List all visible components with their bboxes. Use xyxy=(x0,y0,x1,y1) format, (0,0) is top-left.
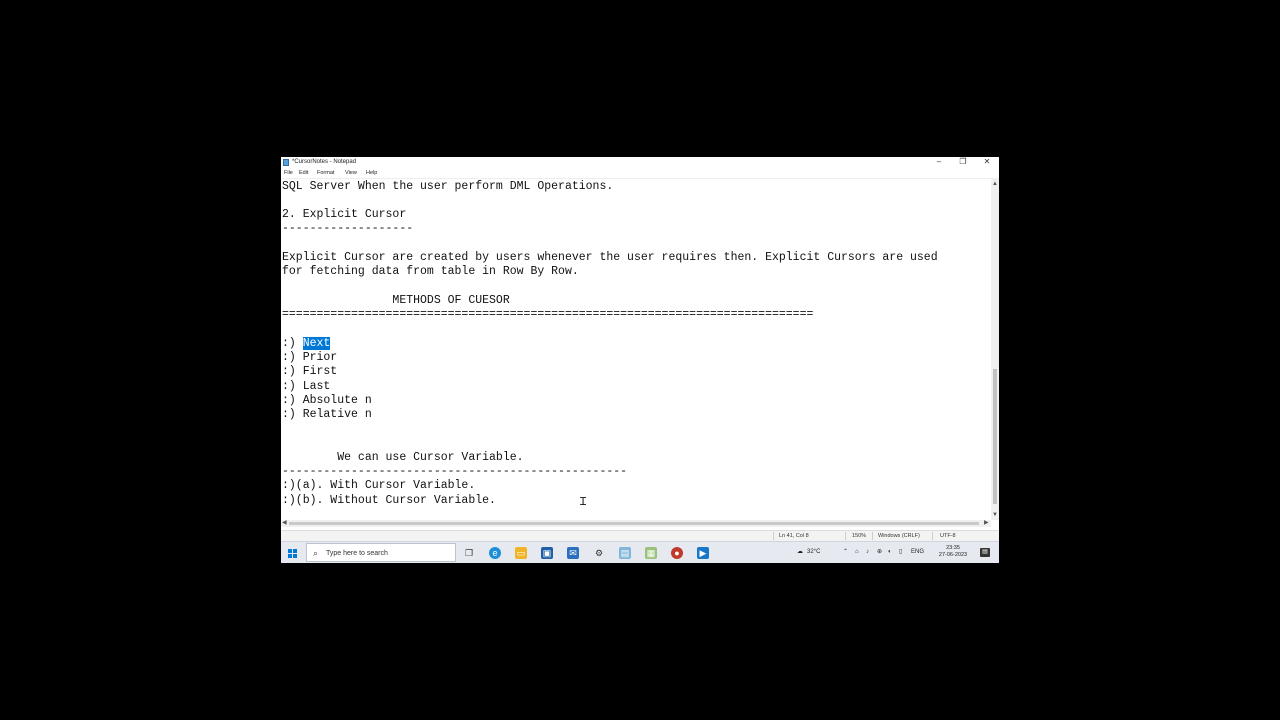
cursor-position: Ln 41, Col 8 xyxy=(779,533,809,539)
editor-line: ------------------- xyxy=(282,222,414,235)
editor-line: for fetching data from table in Row By R… xyxy=(282,265,579,278)
menu-file[interactable]: File xyxy=(284,169,293,177)
status-divider xyxy=(872,532,873,540)
store-icon[interactable]: ▣ xyxy=(541,547,553,559)
vertical-scroll-thumb[interactable] xyxy=(993,369,997,504)
bullet-prefix: :) xyxy=(282,337,303,350)
search-icon: ⌕ xyxy=(313,548,319,558)
desktop-screen: *CursorNotes - Notepad – ❐ ✕ File Edit F… xyxy=(281,157,999,563)
battery-icon[interactable]: ▯ xyxy=(899,548,902,557)
text-cursor-icon: Ɪ xyxy=(580,497,587,509)
scroll-up-icon[interactable]: ▲ xyxy=(992,181,998,187)
clock-time: 23:35 xyxy=(946,545,960,551)
taskbar: ⌕ Type here to search ❐ e ▭ ▣ ✉ ⚙ ▤ ▦ ● … xyxy=(281,541,999,563)
notepad-icon xyxy=(283,159,289,166)
line-ending: Windows (CRLF) xyxy=(878,533,920,539)
app-taskbar-icon[interactable]: ▦ xyxy=(645,547,657,559)
status-divider xyxy=(932,532,933,540)
scroll-down-icon[interactable]: ▼ xyxy=(992,512,998,518)
usb-icon[interactable]: ⌂ xyxy=(855,548,859,557)
volume-icon[interactable]: ◐ xyxy=(888,548,892,557)
close-button[interactable]: ✕ xyxy=(979,157,995,168)
menu-format[interactable]: Format xyxy=(317,169,334,177)
editor-line: :) First xyxy=(282,365,338,378)
edge-browser-icon[interactable]: e xyxy=(489,547,501,559)
horizontal-scroll-thumb[interactable] xyxy=(289,522,979,525)
tray-chevron-up-icon[interactable]: ⌃ xyxy=(843,548,848,557)
editor-line: METHODS OF CUESOR xyxy=(282,294,510,307)
editor-line: Explicit Cursor are created by users whe… xyxy=(282,251,938,264)
menu-bar: File Edit Format View Help xyxy=(281,168,999,179)
record-app-icon[interactable]: ● xyxy=(671,547,683,559)
notepad-taskbar-icon[interactable]: ▤ xyxy=(619,547,631,559)
editor-line: ----------------------------------------… xyxy=(282,465,628,478)
network-icon[interactable]: ⊕ xyxy=(877,548,882,557)
weather-temperature[interactable]: 32°C xyxy=(807,548,820,557)
editor-line-next: :) Next xyxy=(282,337,331,351)
search-placeholder: Type here to search xyxy=(326,550,388,557)
clock-date: 27-06-2023 xyxy=(938,552,968,558)
editor-line: :) Last xyxy=(282,380,331,393)
scroll-right-icon[interactable]: ▶ xyxy=(984,520,989,526)
encoding: UTF-8 xyxy=(940,533,956,539)
menu-edit[interactable]: Edit xyxy=(299,169,308,177)
text-editor[interactable]: SQL Server When the user perform DML Ope… xyxy=(281,179,991,519)
vertical-scrollbar[interactable]: ▲ ▼ xyxy=(991,179,999,520)
editor-line: :) Relative n xyxy=(282,408,372,421)
language-indicator[interactable]: ENG xyxy=(911,548,924,557)
editor-line: :)(b). Without Cursor Variable. xyxy=(282,494,496,507)
scroll-left-icon[interactable]: ◀ xyxy=(282,520,287,526)
status-divider xyxy=(845,532,846,540)
settings-gear-icon[interactable]: ⚙ xyxy=(593,547,605,559)
taskbar-search-input[interactable]: ⌕ Type here to search xyxy=(306,543,456,562)
windows-start-icon[interactable] xyxy=(288,549,297,558)
notifications-icon[interactable]: ▤ xyxy=(980,548,990,557)
clock[interactable]: 23:35 27-06-2023 xyxy=(933,545,973,559)
mail-icon[interactable]: ✉ xyxy=(567,547,579,559)
media-app-icon[interactable]: ▶ xyxy=(697,547,709,559)
task-view-icon[interactable]: ❐ xyxy=(463,547,475,559)
status-bar: Ln 41, Col 8 150% Windows (CRLF) UTF-8 xyxy=(281,530,999,541)
editor-line: 2. Explicit Cursor xyxy=(282,208,407,221)
editor-line: :) Prior xyxy=(282,351,338,364)
status-divider xyxy=(773,532,774,540)
maximize-button[interactable]: ❐ xyxy=(955,157,971,168)
editor-line: ========================================… xyxy=(282,308,814,321)
horizontal-scrollbar[interactable]: ◀ ▶ xyxy=(281,520,991,527)
editor-line: We can use Cursor Variable. xyxy=(282,451,524,464)
editor-line: SQL Server When the user perform DML Ope… xyxy=(282,180,614,193)
window-title: *CursorNotes - Notepad xyxy=(292,159,357,165)
microphone-icon[interactable]: ♪ xyxy=(866,548,869,557)
window-titlebar[interactable]: *CursorNotes - Notepad – ❐ ✕ xyxy=(281,157,999,168)
menu-view[interactable]: View xyxy=(345,169,357,177)
editor-line: :)(a). With Cursor Variable. xyxy=(282,479,476,492)
menu-help[interactable]: Help xyxy=(366,169,377,177)
selected-text[interactable]: Next xyxy=(302,337,331,350)
zoom-level: 150% xyxy=(852,533,867,539)
editor-line: :) Absolute n xyxy=(282,394,372,407)
minimize-button[interactable]: – xyxy=(931,157,947,168)
weather-icon[interactable]: ☁ xyxy=(797,548,803,557)
file-explorer-icon[interactable]: ▭ xyxy=(515,547,527,559)
